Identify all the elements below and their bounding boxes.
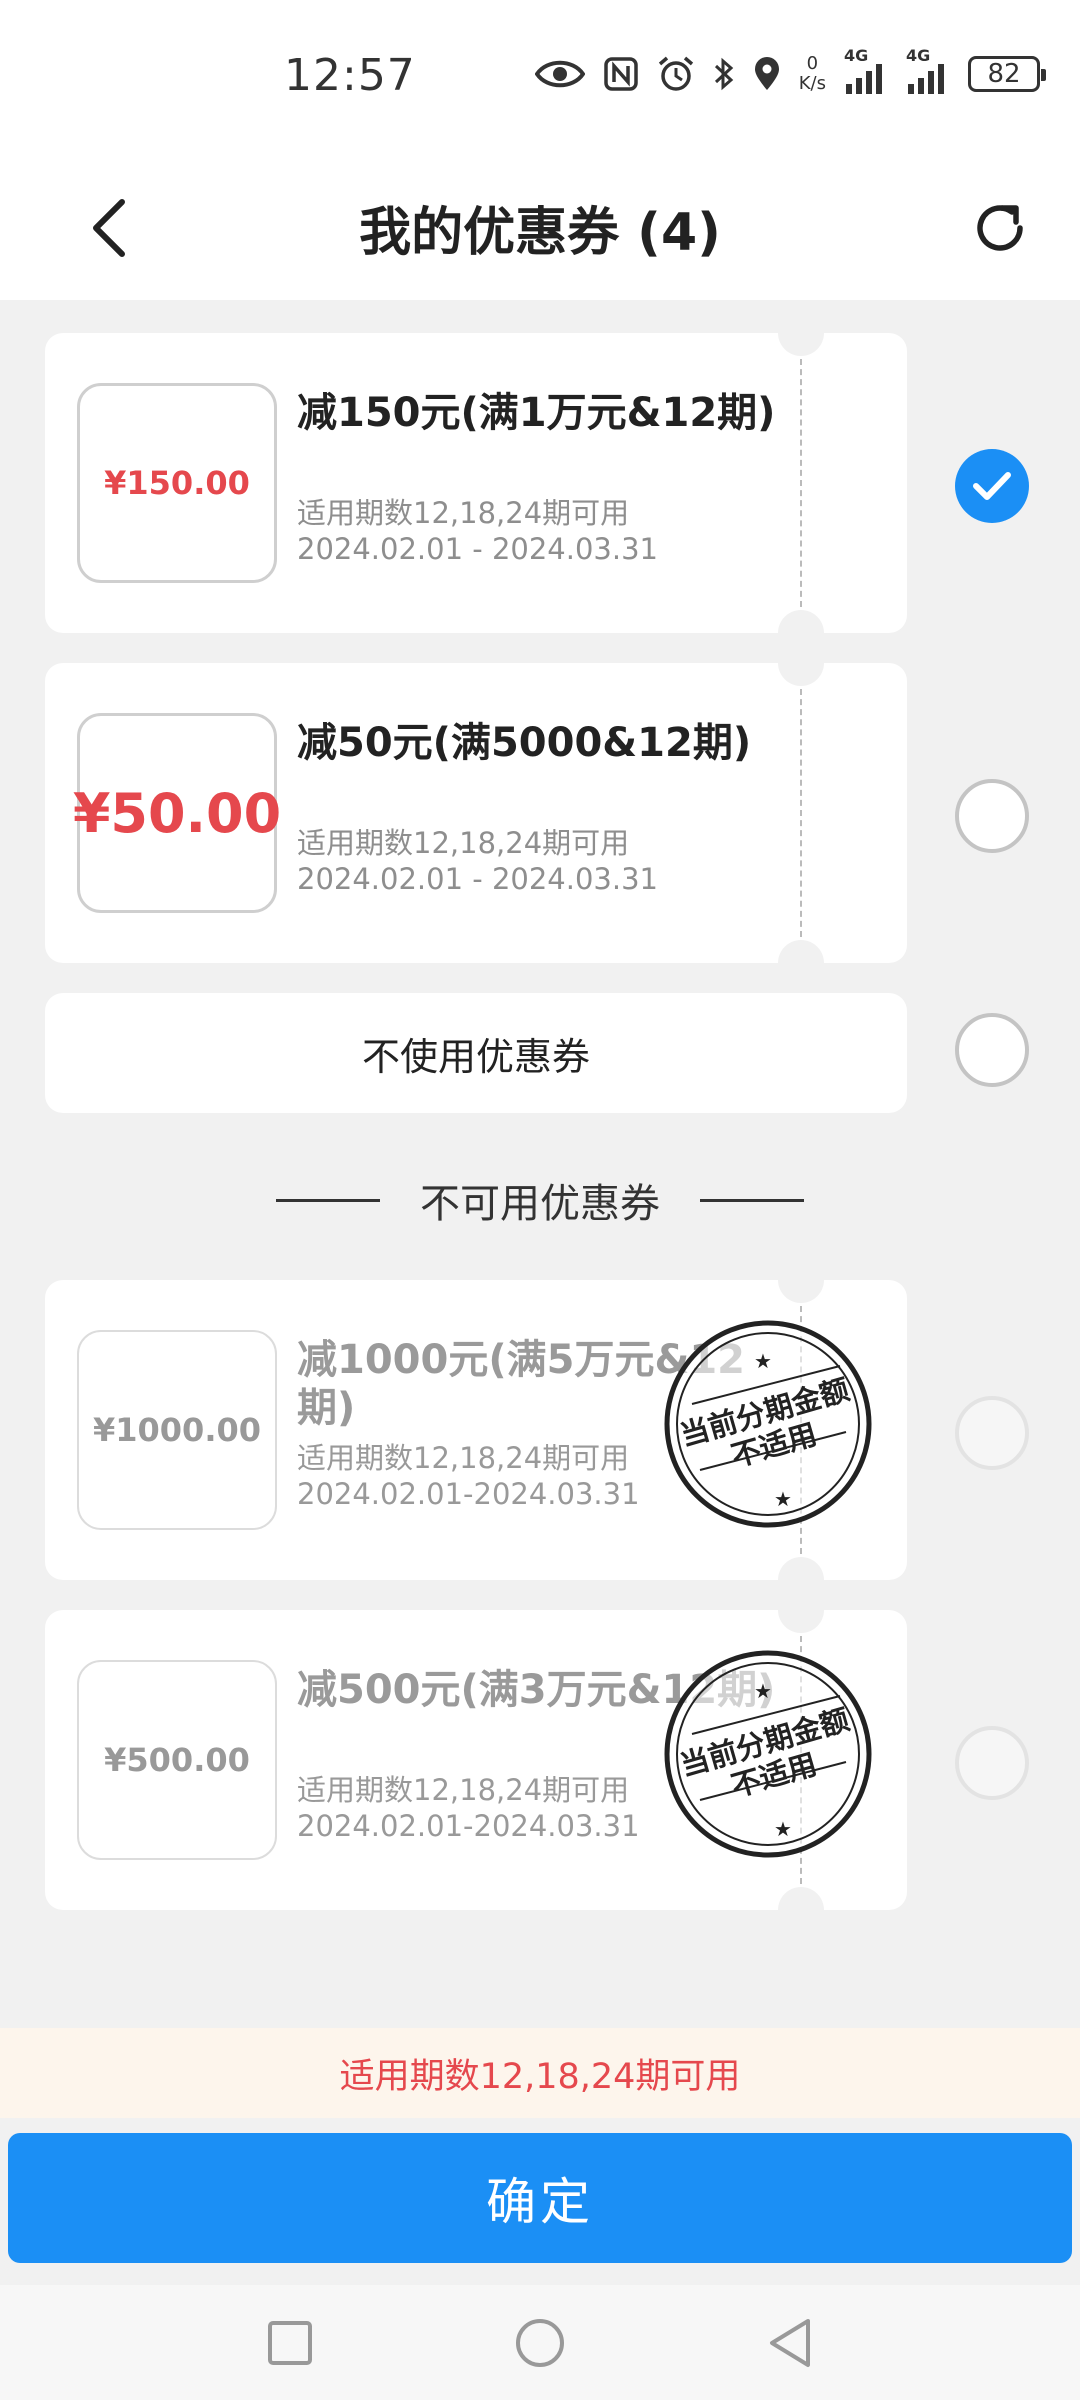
bluetooth-icon <box>714 57 733 91</box>
coupon-title: 减50元(满5000&12期) <box>297 720 752 766</box>
unavailable-section-header: 不可用优惠券 <box>0 1170 1080 1230</box>
divider-line <box>276 1198 380 1202</box>
star-icon: ★ <box>774 1817 792 1841</box>
coupon-periods: 适用期数12,18,24期可用 <box>297 496 630 530</box>
ticket-notch <box>778 940 824 986</box>
coupon-periods: 适用期数12,18,24期可用 <box>297 1441 630 1475</box>
section-title: 不可用优惠券 <box>420 1181 660 1227</box>
signal-bars-icon <box>908 64 944 94</box>
signal-sim2: 4G <box>906 46 950 94</box>
coupon-amount: ¥50.00 <box>73 713 281 913</box>
no-coupon-radio[interactable] <box>955 1013 1029 1087</box>
coupon-radio-500-disabled <box>955 1726 1029 1800</box>
page-header: 我的优惠券 (4) <box>0 160 1080 300</box>
nfc-icon <box>604 57 638 91</box>
coupon-periods: 适用期数12,18,24期可用 <box>297 1773 630 1807</box>
coupon-periods: 适用期数12,18,24期可用 <box>297 826 630 860</box>
coupon-card-50[interactable]: ¥50.00 减50元(满5000&12期) 适用期数12,18,24期可用 2… <box>45 640 907 986</box>
coupon-details: 适用期数12,18,24期可用 2024.02.01-2024.03.31 <box>297 1440 640 1512</box>
ticket-notch <box>778 1587 824 1633</box>
coupon-details: 适用期数12,18,24期可用 2024.02.01 - 2024.03.31 <box>297 825 658 897</box>
system-nav-bar <box>0 2285 1080 2400</box>
checkmark-icon <box>973 472 1011 500</box>
divider-line <box>700 1198 804 1202</box>
coupon-amount: ¥500.00 <box>77 1660 277 1860</box>
star-icon: ★ <box>774 1487 792 1511</box>
battery-indicator: 82 <box>968 56 1046 92</box>
coupon-dates: 2024.02.01 - 2024.03.31 <box>297 862 658 896</box>
eye-icon <box>534 60 585 88</box>
ticket-notch <box>778 1257 824 1303</box>
location-icon <box>754 57 779 90</box>
coupon-amount: ¥150.00 <box>77 383 277 583</box>
refresh-button[interactable] <box>960 188 1040 268</box>
not-applicable-stamp: ★ ★ 当前分期金额 不适用 <box>664 1320 872 1528</box>
coupon-radio-150[interactable] <box>955 449 1029 523</box>
coupon-dates: 2024.02.01-2024.03.31 <box>297 1809 640 1843</box>
coupon-dates: 2024.02.01 - 2024.03.31 <box>297 532 658 566</box>
signal-bars-icon <box>846 64 882 94</box>
ticket-notch <box>778 310 824 356</box>
coupon-card-150[interactable]: ¥150.00 减150元(满1万元&12期) 适用期数12,18,24期可用 … <box>45 310 907 656</box>
home-button[interactable] <box>510 2313 570 2373</box>
applicable-periods-tip: 适用期数12,18,24期可用 <box>0 2028 1080 2118</box>
status-time: 12:57 <box>284 50 416 101</box>
signal-sim1: 4G <box>844 46 888 94</box>
no-coupon-option[interactable]: 不使用优惠券 <box>45 993 907 1113</box>
not-applicable-stamp: ★ ★ 当前分期金额 不适用 <box>664 1650 872 1858</box>
back-nav-button[interactable] <box>760 2313 820 2373</box>
refresh-icon <box>977 205 1023 251</box>
coupon-card-1000-disabled: ¥1000.00 减1000元(满5万元&12期) 适用期数12,18,24期可… <box>45 1257 907 1603</box>
status-bar: 12:57 0 K/s 4G 4G 82 <box>0 0 1080 160</box>
coupon-radio-50[interactable] <box>955 779 1029 853</box>
confirm-button[interactable]: 确定 <box>8 2133 1072 2263</box>
square-icon <box>268 2320 312 2365</box>
ticket-divider <box>800 689 802 937</box>
coupon-amount: ¥1000.00 <box>77 1330 277 1530</box>
circle-icon <box>516 2318 564 2367</box>
ticket-notch <box>778 640 824 686</box>
alarm-icon <box>658 56 693 91</box>
coupon-details: 适用期数12,18,24期可用 2024.02.01 - 2024.03.31 <box>297 495 658 567</box>
page-title: 我的优惠券 (4) <box>359 203 721 263</box>
coupon-details: 适用期数12,18,24期可用 2024.02.01-2024.03.31 <box>297 1772 640 1844</box>
star-icon: ★ <box>754 1679 772 1703</box>
ticket-notch <box>778 1887 824 1933</box>
coupon-dates: 2024.02.01-2024.03.31 <box>297 1477 640 1511</box>
status-icons: 0 K/s 4G 4G 82 <box>534 46 1046 94</box>
coupon-title: 减150元(满1万元&12期) <box>297 390 776 436</box>
coupon-card-500-disabled: ¥500.00 减500元(满3万元&12期) 适用期数12,18,24期可用 … <box>45 1587 907 1933</box>
ticket-divider <box>800 359 802 607</box>
network-speed: 0 K/s <box>798 53 826 94</box>
coupon-radio-1000-disabled <box>955 1396 1029 1470</box>
recent-apps-button[interactable] <box>260 2313 320 2373</box>
star-icon: ★ <box>754 1349 772 1373</box>
triangle-back-icon <box>770 2318 810 2367</box>
